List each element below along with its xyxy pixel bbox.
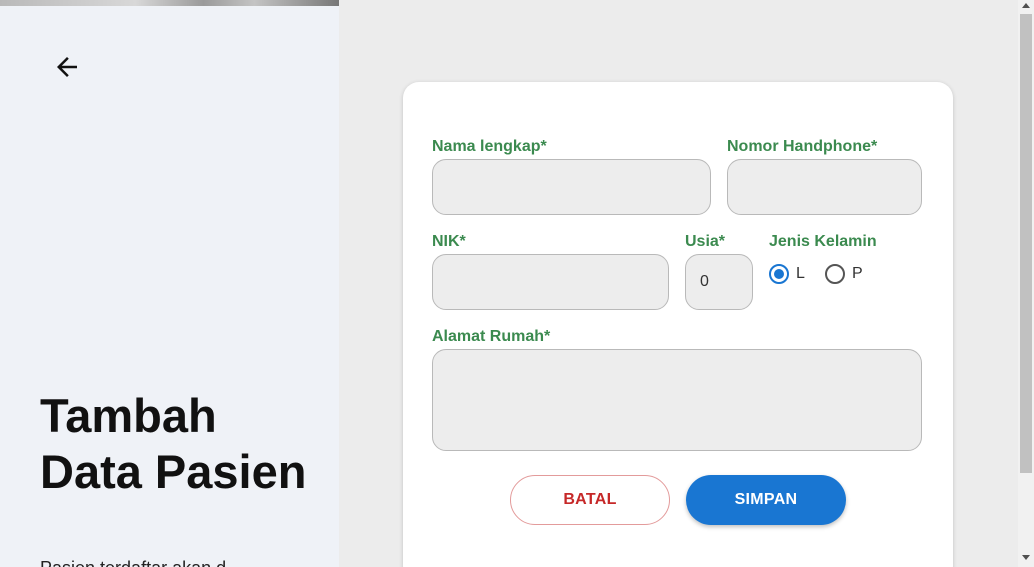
patient-form-card: Nama lengkap* Nomor Handphone* NIK* Usia…	[403, 82, 953, 567]
back-button[interactable]	[48, 49, 86, 85]
alamat-textarea[interactable]	[432, 349, 922, 451]
nik-input[interactable]	[432, 254, 669, 310]
page-title: Tambah Data Pasien	[40, 389, 307, 498]
gender-option-l-label: L	[796, 265, 805, 282]
arrow-left-icon	[57, 57, 77, 77]
gender-label: Jenis Kelamin	[769, 233, 877, 250]
radio-unchecked-icon[interactable]	[825, 264, 845, 284]
scroll-up-icon[interactable]	[1022, 3, 1030, 8]
gender-option-p-label: P	[852, 265, 863, 282]
scrollbar-thumb[interactable]	[1020, 14, 1032, 473]
usia-label: Usia*	[685, 233, 726, 250]
alamat-label: Alamat Rumah*	[432, 328, 551, 345]
nik-label: NIK*	[432, 233, 466, 250]
left-panel: Tambah Data Pasien Pasien terdaftar akan…	[0, 0, 339, 567]
scroll-down-icon[interactable]	[1022, 555, 1030, 560]
radio-checked-icon[interactable]	[769, 264, 789, 284]
usia-input[interactable]	[685, 254, 753, 310]
save-button[interactable]: SIMPAN	[686, 475, 846, 525]
header-image	[0, 0, 339, 6]
page-scrollbar[interactable]	[1018, 0, 1034, 567]
gender-option-l[interactable]: L	[769, 264, 805, 284]
nama-input[interactable]	[432, 159, 711, 215]
phone-label: Nomor Handphone*	[727, 138, 878, 155]
gender-option-p[interactable]: P	[825, 264, 863, 284]
phone-input[interactable]	[727, 159, 922, 215]
cancel-button[interactable]: BATAL	[510, 475, 670, 525]
page-subtitle: Pasien terdaftar akan d	[40, 558, 226, 567]
main-area: Nama lengkap* Nomor Handphone* NIK* Usia…	[339, 0, 1018, 567]
nama-label: Nama lengkap*	[432, 138, 547, 155]
